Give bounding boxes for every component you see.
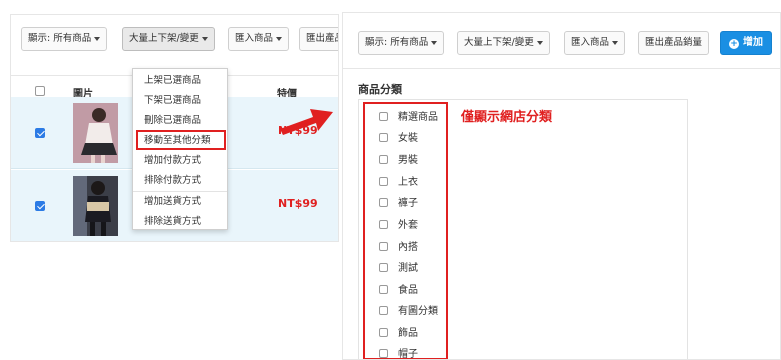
bulk-action-label: 大量上下架/變更 (464, 37, 534, 48)
menu-item-exclude-shipping[interactable]: 排除送貨方式 (133, 212, 227, 232)
category-section-title: 商品分類 (358, 83, 402, 96)
add-product-button[interactable]: + 增加 (720, 31, 772, 55)
add-label: 增加 (743, 37, 763, 48)
menu-item-add-shipping[interactable]: 增加送貨方式 (133, 192, 227, 212)
plus-circle-icon: + (729, 39, 739, 49)
display-filter-label: 顯示: 所有商品 (365, 37, 429, 48)
export-sales-label: 匯出產品銷量 (645, 37, 703, 48)
export-sales-button[interactable]: 匯出產品銷量 (638, 31, 710, 55)
menu-item-delete-selected[interactable]: 刪除已選商品 (133, 111, 227, 131)
import-label: 匯入商品 (571, 37, 610, 48)
product-thumbnail[interactable] (73, 176, 118, 236)
add-product-panel: 顯示: 所有商品 大量上下架/變更 匯入商品 匯出產品銷量 + 增加 商品分類 精… (342, 12, 781, 360)
import-label: 匯入商品 (235, 33, 274, 44)
display-filter-label: 顯示: 所有商品 (28, 33, 92, 44)
row-checkbox[interactable] (35, 201, 45, 211)
product-thumbnail[interactable] (73, 103, 118, 163)
select-all-checkbox[interactable] (35, 86, 45, 96)
arrow-right-icon (279, 95, 334, 140)
caret-down-icon (536, 40, 543, 45)
highlight-box (363, 102, 448, 359)
highlight-box (136, 130, 226, 150)
menu-item-unpublish-selected[interactable]: 下架已選商品 (133, 91, 227, 111)
caret-down-icon (201, 36, 208, 41)
export-label: 匯出產品 (306, 33, 338, 44)
caret-down-icon (94, 36, 101, 41)
import-dropdown[interactable]: 匯入商品 (564, 31, 626, 55)
row-checkbox[interactable] (35, 128, 45, 138)
menu-item-add-payment[interactable]: 增加付款方式 (133, 151, 227, 171)
annotation-note: 僅顯示網店分類 (461, 110, 553, 125)
caret-down-icon (276, 36, 283, 41)
menu-item-publish-selected[interactable]: 上架已選商品 (133, 71, 227, 91)
bulk-action-menu: 上架已選商品 下架已選商品 刪除已選商品 移動至其他分類 增加付款方式 排除付款… (132, 68, 228, 230)
display-filter-dropdown[interactable]: 顯示: 所有商品 (358, 31, 445, 55)
bulk-action-label: 大量上下架/變更 (129, 33, 199, 44)
right-toolbar: 顯示: 所有商品 大量上下架/變更 匯入商品 匯出產品銷量 + 增加 (343, 13, 780, 69)
caret-down-icon (612, 40, 619, 45)
bulk-action-dropdown[interactable]: 大量上下架/變更 (457, 31, 550, 55)
caret-down-icon (431, 40, 438, 45)
bulk-action-dropdown[interactable]: 大量上下架/變更 (122, 27, 215, 51)
display-filter-dropdown[interactable]: 顯示: 所有商品 (21, 27, 108, 51)
import-dropdown[interactable]: 匯入商品 (228, 27, 290, 51)
menu-item-exclude-payment[interactable]: 排除付款方式 (133, 171, 227, 191)
export-button[interactable]: 匯出產品 (299, 27, 338, 51)
product-price: NT$99 (278, 197, 318, 210)
